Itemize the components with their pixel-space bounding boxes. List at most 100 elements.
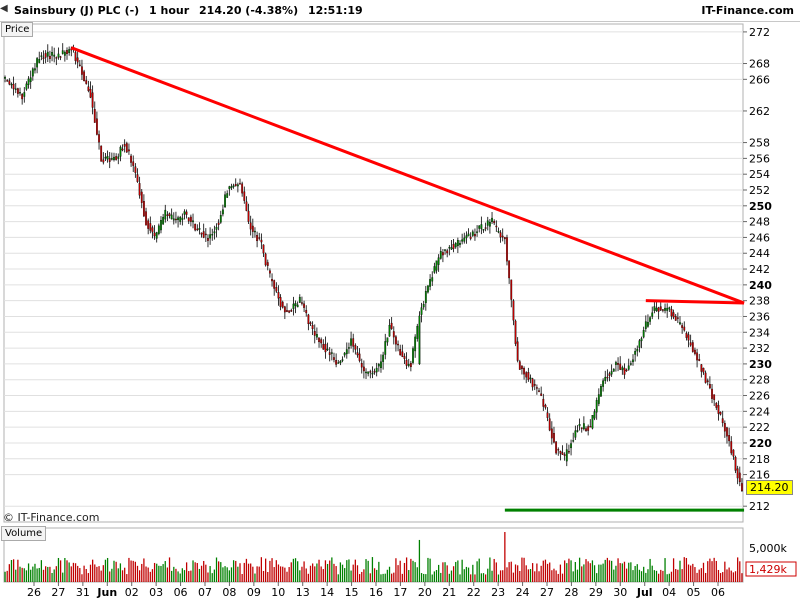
candle-body — [529, 377, 532, 380]
candle-body — [676, 317, 679, 319]
candle-body — [629, 363, 632, 365]
candle-body — [420, 307, 423, 315]
candle-body — [264, 253, 267, 266]
y-tick-label: 242 — [749, 263, 770, 276]
candle-body — [87, 86, 90, 91]
candle-body — [510, 279, 513, 300]
candle-body — [544, 404, 547, 408]
x-tick-label: 13 — [296, 586, 310, 599]
candle-body — [213, 231, 216, 234]
candle-body — [162, 216, 165, 225]
candle-body — [452, 244, 455, 249]
candle-body — [324, 343, 327, 353]
candle-body — [469, 236, 472, 239]
candle-body — [702, 367, 705, 373]
candle-body — [595, 400, 598, 413]
candle-body — [659, 306, 662, 311]
candle-body — [550, 428, 553, 439]
candle-body — [138, 183, 141, 196]
candle-body — [672, 312, 675, 318]
candle-body — [179, 217, 182, 222]
candle-body — [187, 217, 190, 222]
candle-body — [362, 366, 365, 372]
candle-body — [465, 235, 468, 239]
candle-body — [723, 423, 726, 432]
watermark: © IT-Finance.com — [3, 511, 100, 524]
candle-body — [155, 232, 158, 239]
candle-body — [241, 183, 244, 194]
candle-body — [685, 333, 688, 338]
candle-body — [258, 237, 261, 239]
candle-body — [491, 217, 493, 223]
candle-body — [666, 307, 669, 311]
candle-body — [96, 118, 98, 135]
volume-last-label: 1,429k — [749, 563, 787, 576]
candle-body — [437, 257, 440, 265]
candle-body — [125, 143, 128, 153]
candle-body — [600, 386, 602, 397]
candle-body — [373, 371, 376, 373]
candle-body — [570, 443, 572, 449]
x-tick-label: 24 — [516, 586, 530, 599]
candle-body — [147, 220, 150, 229]
candle-body — [53, 54, 56, 57]
candle-body — [386, 337, 389, 343]
candle-body — [38, 58, 41, 63]
candle-body — [597, 394, 600, 404]
candle-body — [149, 223, 152, 231]
candle-body — [301, 302, 303, 304]
x-tick-label: Jun — [96, 586, 117, 599]
candle-body — [704, 372, 707, 383]
candle-body — [305, 310, 308, 314]
candle-body — [16, 88, 19, 94]
candle-body — [484, 227, 487, 229]
x-tick-label: 06 — [174, 586, 188, 599]
candle-body — [61, 50, 64, 54]
candle-body — [354, 345, 357, 350]
candle-body — [568, 451, 570, 453]
candle-body — [200, 232, 203, 235]
candle-body — [700, 364, 703, 372]
candle-body — [166, 214, 169, 216]
x-tick-label: 27 — [540, 586, 554, 599]
candle-body — [283, 306, 286, 313]
candle-body — [236, 184, 239, 187]
x-tick-label: 22 — [467, 586, 481, 599]
candle-body — [587, 426, 590, 431]
candle-body — [100, 145, 103, 162]
candle-body — [610, 371, 613, 375]
x-tick-label: 05 — [687, 586, 701, 599]
candle-body — [313, 331, 316, 336]
price-plot-area — [3, 23, 744, 523]
candle-body — [215, 226, 218, 230]
candle-body — [21, 94, 24, 100]
candle-body — [142, 201, 145, 217]
candle-body — [25, 83, 28, 90]
candle-body — [512, 300, 515, 321]
candle-body — [450, 247, 453, 250]
candle-body — [627, 365, 630, 370]
y-tick-label: 272 — [749, 26, 770, 39]
candle-body — [198, 228, 201, 230]
candle-body — [467, 233, 470, 237]
candle-body — [625, 369, 628, 372]
candle-body — [132, 161, 135, 166]
candle-body — [640, 338, 643, 342]
y-tick-label: 232 — [749, 342, 770, 355]
candle-body — [433, 266, 436, 273]
candle-body — [66, 50, 68, 55]
candle-body — [243, 191, 246, 201]
candle-body — [687, 334, 690, 341]
candle-body — [19, 92, 21, 94]
candle-body — [89, 89, 92, 98]
candle-body — [384, 341, 387, 355]
x-tick-label: 04 — [662, 586, 676, 599]
candle-body — [565, 449, 568, 462]
candle-body — [482, 229, 485, 231]
candle-body — [55, 57, 58, 59]
candle-body — [634, 351, 637, 355]
candle-body — [189, 216, 192, 222]
candle-body — [518, 361, 521, 370]
candle-body — [91, 92, 94, 108]
y-tick-label: 256 — [749, 152, 770, 165]
